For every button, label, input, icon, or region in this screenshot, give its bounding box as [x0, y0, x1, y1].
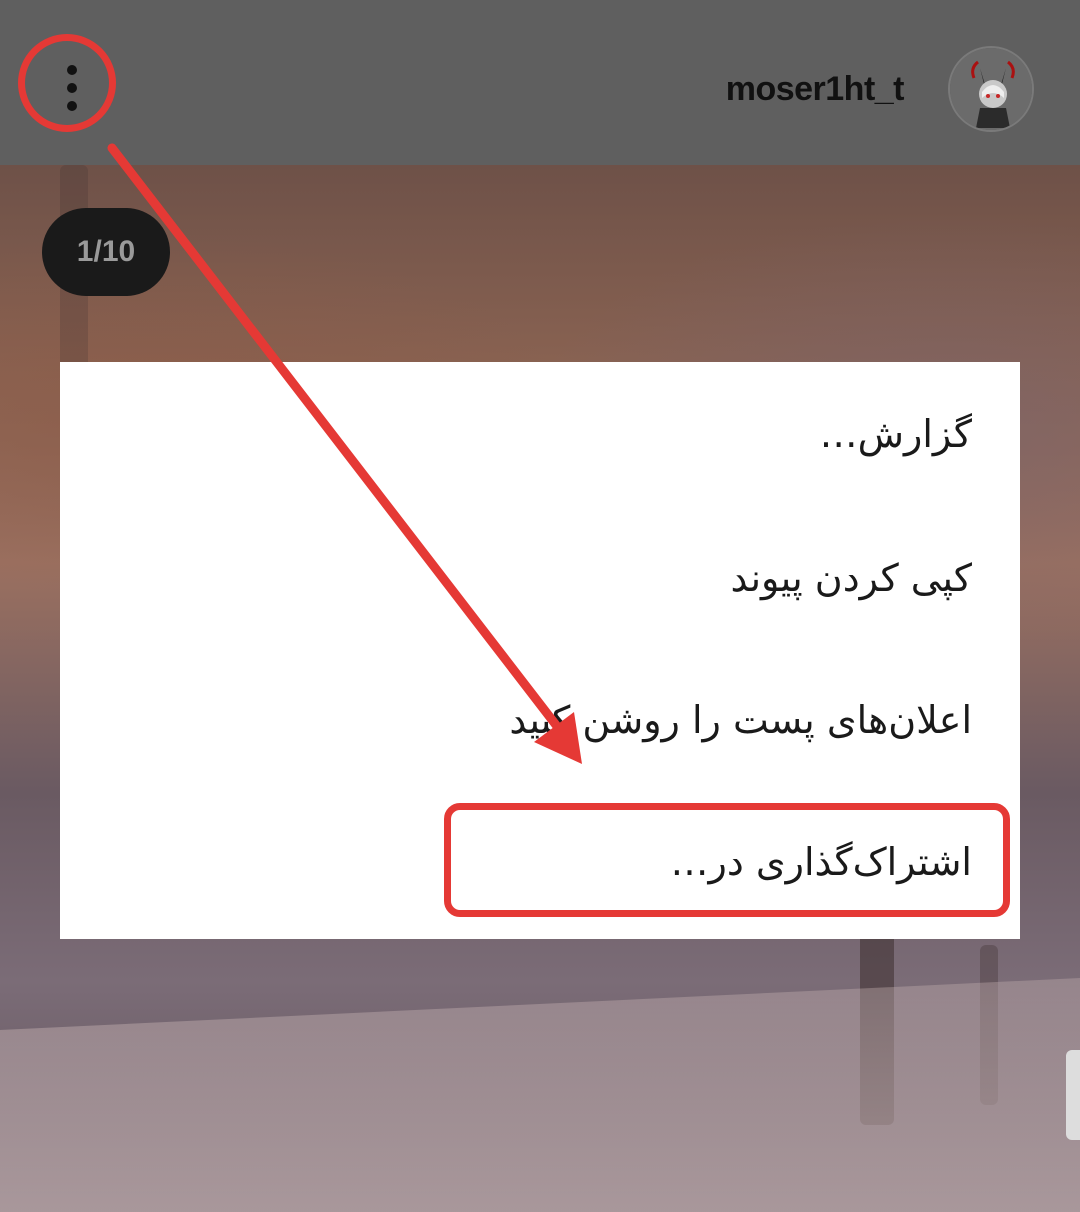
menu-item-turn-on-notifications[interactable]: اعلان‌های پست را روشن کنید	[509, 698, 972, 742]
menu-item-copy-link[interactable]: کپی کردن پیوند	[731, 556, 972, 600]
menu-item-report[interactable]: گزارش…	[820, 412, 972, 456]
username[interactable]: moser1ht_t	[726, 70, 905, 109]
avatar-icon[interactable]	[948, 46, 1034, 132]
post-header: moser1ht_t	[0, 0, 1080, 165]
annotation-highlight-box	[444, 803, 1010, 917]
annotation-circle	[18, 34, 116, 132]
scrollbar-handle[interactable]	[1066, 1050, 1080, 1140]
image-counter-badge: 1/10	[42, 208, 170, 296]
